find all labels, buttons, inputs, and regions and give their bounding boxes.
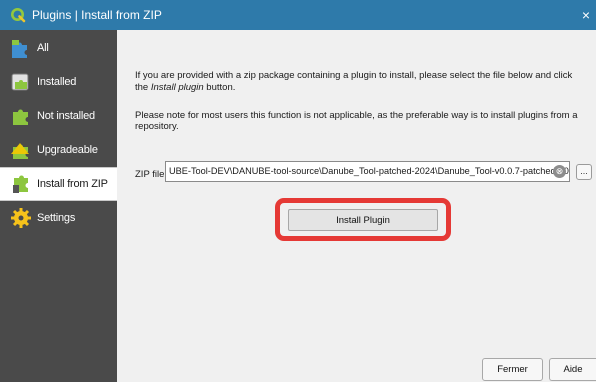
repository-note: Please note for most users this function… bbox=[135, 110, 578, 132]
gear-icon bbox=[11, 208, 31, 228]
browse-button[interactable]: ... bbox=[576, 164, 592, 180]
sidebar-item-upgradeable[interactable]: Upgradeable bbox=[0, 133, 117, 167]
sidebar-item-label: All bbox=[37, 42, 49, 54]
qgis-logo-icon bbox=[11, 8, 26, 23]
zip-file-label: ZIP file bbox=[135, 169, 165, 180]
installed-plugin-icon bbox=[11, 73, 29, 91]
sidebar-item-label: Installed bbox=[37, 76, 77, 88]
sidebar-item-settings[interactable]: Settings bbox=[0, 201, 117, 235]
plugins-dialog: Plugins | Install from ZIP × All Install… bbox=[0, 0, 596, 382]
install-instructions: If you are provided with a zip package c… bbox=[135, 70, 587, 94]
zip-install-icon bbox=[13, 175, 28, 193]
sidebar-item-install-from-zip[interactable]: Install from ZIP bbox=[0, 167, 117, 201]
sidebar-item-label: Install from ZIP bbox=[37, 178, 108, 190]
close-button[interactable]: Fermer bbox=[482, 358, 543, 381]
title-bar: Plugins | Install from ZIP × bbox=[0, 0, 596, 30]
sidebar-item-all[interactable]: All bbox=[0, 31, 117, 65]
close-icon[interactable]: × bbox=[576, 0, 596, 30]
upgrade-icon bbox=[11, 143, 29, 159]
help-button[interactable]: Aide bbox=[549, 358, 596, 381]
puzzle-icon bbox=[13, 109, 28, 125]
puzzle-icon bbox=[12, 40, 27, 58]
sidebar: All Installed Not installed Upgradeable bbox=[0, 30, 117, 382]
install-from-zip-panel: If you are provided with a zip package c… bbox=[117, 30, 596, 382]
instructions-emphasis: Install plugin bbox=[150, 82, 204, 93]
sidebar-item-label: Upgradeable bbox=[37, 144, 98, 156]
window-title: Plugins | Install from ZIP bbox=[32, 8, 162, 22]
sidebar-item-not-installed[interactable]: Not installed bbox=[0, 99, 117, 133]
sidebar-item-installed[interactable]: Installed bbox=[0, 65, 117, 99]
zip-file-input[interactable]: UBE-Tool-DEV\DANUBE-tool-source\Danube_T… bbox=[165, 161, 570, 182]
install-plugin-button[interactable]: Install Plugin bbox=[288, 209, 438, 231]
sidebar-item-label: Not installed bbox=[37, 110, 95, 122]
instructions-text-end: button. bbox=[203, 82, 236, 93]
sidebar-item-label: Settings bbox=[37, 212, 76, 224]
clear-icon[interactable]: ⊗ bbox=[553, 165, 566, 178]
